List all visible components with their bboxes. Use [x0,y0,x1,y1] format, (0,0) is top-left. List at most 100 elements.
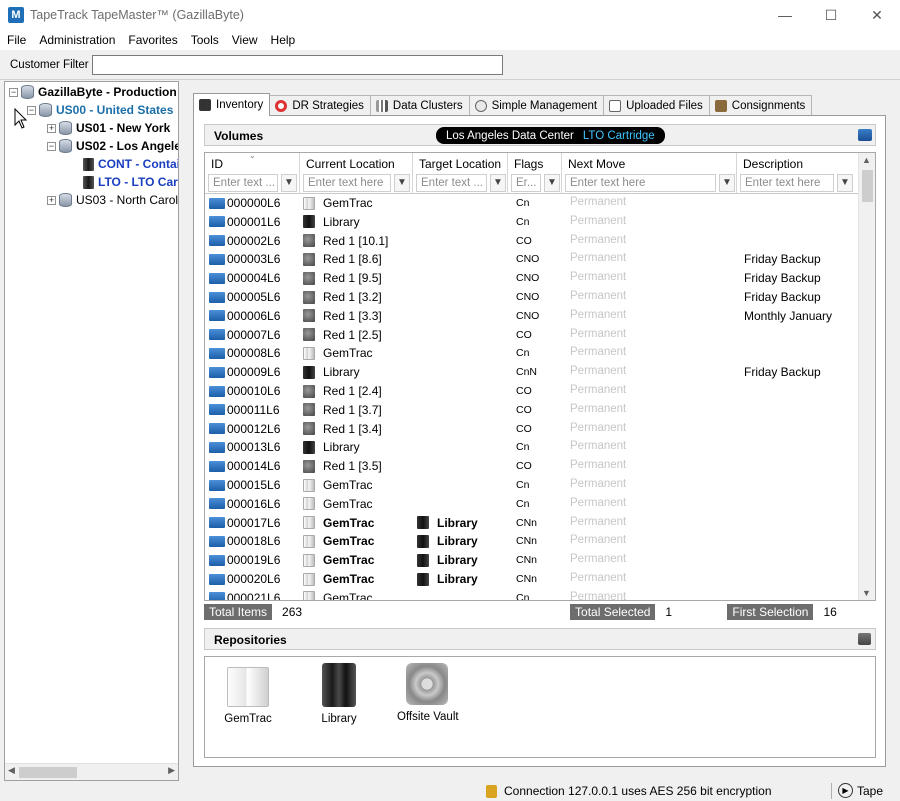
cell-current-location: GemTrac [303,346,413,360]
filter-funnel-icon[interactable]: ▼ [719,174,735,192]
library-icon [303,215,315,229]
tab-dr-strategies[interactable]: DR Strategies [269,95,371,116]
column-description[interactable]: Description Enter text here ▼ [737,153,858,194]
column-label: Current Location [306,157,395,171]
table-row[interactable]: 000002L6 Red 1 [10.1] CO Permanent [205,232,858,251]
column-flags[interactable]: Flags Er... ▼ [508,153,562,194]
filter-funnel-icon[interactable]: ▼ [837,174,853,192]
tree-node-us00[interactable]: − US00 - United States [27,101,173,119]
table-row[interactable]: 000013L6 Library Cn Permanent [205,438,858,457]
scroll-thumb[interactable] [19,767,77,778]
volume-id: 000012L6 [227,421,281,436]
collapse-icon[interactable]: − [9,87,18,97]
table-row[interactable]: 000010L6 Red 1 [2.4] CO Permanent [205,382,858,401]
close-icon[interactable]: ✕ [854,0,900,30]
customer-filter-label: Customer Filter [10,58,89,71]
repository-offsite-vault[interactable]: Offsite Vault [397,663,459,723]
table-row[interactable]: 000016L6 GemTrac Cn Permanent [205,495,858,514]
lto-cartridge-icon [209,573,225,585]
lto-cartridge-icon [209,310,225,322]
expand-icon[interactable]: + [47,123,56,133]
table-row[interactable]: 000011L6 Red 1 [3.7] CO Permanent [205,401,858,420]
scroll-right-icon[interactable]: ▶ [168,765,175,776]
table-row[interactable]: 000006L6 Red 1 [3.3] CNO Permanent Monthly J… [205,307,858,326]
column-current-location[interactable]: Current Location Enter text here ▼ [300,153,413,194]
repository-gemtrac[interactable]: GemTrac [218,663,278,725]
menu-help[interactable]: Help [271,33,296,47]
column-target-location[interactable]: Target Location Enter text ... ▼ [413,153,508,194]
customer-filter-input[interactable] [92,54,503,75]
filter-funnel-icon[interactable]: ▼ [281,174,297,192]
minimize-icon[interactable]: — [762,0,808,30]
menu-tools[interactable]: Tools [191,33,219,47]
mode-label[interactable]: Tape [857,784,883,798]
column-next-move[interactable]: Next Move Enter text here ▼ [562,153,737,194]
tree-node-us02[interactable]: − US02 - Los Angeles [47,137,178,155]
menu-file[interactable]: File [7,33,26,47]
cell-next-move: Permanent [570,327,627,340]
repository-library[interactable]: Library [309,663,369,725]
cell-flags: CNO [516,291,540,303]
table-row[interactable]: 000001L6 Library Cn Permanent [205,213,858,232]
tab-simple-management[interactable]: Simple Management [468,95,605,116]
tree-node-gazillabyte[interactable]: − GazillaByte - Production [9,83,177,101]
table-row[interactable]: 000004L6 Red 1 [9.5] CNO Permanent Friday Ba… [205,269,858,288]
scroll-left-icon[interactable]: ◀ [8,765,15,776]
scroll-thumb[interactable] [862,170,873,202]
collapse-icon[interactable]: − [27,105,36,115]
scroll-up-icon[interactable]: ▲ [862,155,871,165]
tab-data-clusters[interactable]: Data Clusters [369,95,470,116]
tree-node-lto[interactable]: LTO - LTO Cartridge [83,173,178,191]
table-row[interactable]: 000020L6 GemTrac Library CNn Permanent [205,570,858,589]
tree-node-us01[interactable]: + US01 - New York [47,119,170,137]
tree-node-us03[interactable]: + US03 - North Carolina [47,191,178,209]
cell-current-location: GemTrac [303,534,413,548]
filter-funnel-icon[interactable]: ▼ [394,174,410,192]
filter-flags-input[interactable]: Er... [511,174,541,192]
collapse-icon[interactable]: − [47,141,56,151]
filter-next-move-input[interactable]: Enter text here [565,174,716,192]
cell-flags: CO [516,403,532,416]
filter-target-location-input[interactable]: Enter text ... [416,174,487,192]
column-id[interactable]: ⌄ ID Enter text ... ▼ [205,153,300,194]
table-row[interactable]: 000012L6 Red 1 [3.4] CO Permanent [205,420,858,439]
table-row[interactable]: 000017L6 GemTrac Library CNn Permanent [205,514,858,533]
menu-administration[interactable]: Administration [39,33,115,47]
tab-inventory[interactable]: Inventory [193,93,271,116]
filter-funnel-icon[interactable]: ▼ [544,174,560,192]
tree-horizontal-scrollbar[interactable]: ◀ ▶ [5,763,178,780]
menu-favorites[interactable]: Favorites [128,33,177,47]
lto-cartridge-icon [209,517,225,529]
filter-current-location-input[interactable]: Enter text here [303,174,391,192]
table-row[interactable]: 000003L6 Red 1 [8.6] CNO Permanent Friday Ba… [205,250,858,269]
repository-options-icon[interactable] [858,633,871,645]
table-row[interactable]: 000008L6 GemTrac Cn Permanent [205,344,858,363]
gemtrac-icon [303,196,315,210]
table-row[interactable]: 000009L6 Library CnN Permanent Friday Backup [205,363,858,382]
play-icon[interactable]: ▶ [838,783,853,798]
table-row[interactable]: 000019L6 GemTrac Library CNn Permanent [205,551,858,570]
expand-icon[interactable]: + [47,195,56,205]
filter-id-input[interactable]: Enter text ... [208,174,278,192]
table-row[interactable]: 000018L6 GemTrac Library CNn Permanent [205,532,858,551]
table-row[interactable]: 000021L6 GemTrac Cn Permanent [205,589,858,600]
tree-node-cont[interactable]: CONT - Container [83,155,178,173]
table-row[interactable]: 000007L6 Red 1 [2.5] CO Permanent [205,326,858,345]
filter-funnel-icon[interactable]: ▼ [490,174,506,192]
volume-options-icon[interactable] [858,129,872,141]
table-row[interactable]: 000014L6 Red 1 [3.5] CO Permanent [205,457,858,476]
tab-consignments[interactable]: Consignments [708,95,813,116]
table-row[interactable]: 000015L6 GemTrac Cn Permanent [205,476,858,495]
filter-description-input[interactable]: Enter text here [740,174,834,192]
title-bar: M TapeTrack TapeMaster™ (GazillaByte) — … [0,0,900,30]
tab-uploaded-files[interactable]: Uploaded Files [603,95,710,116]
volumes-title: Volumes [214,129,264,143]
menu-view[interactable]: View [232,33,258,47]
grid-vertical-scrollbar[interactable]: ▲ ▼ [858,153,875,600]
table-row[interactable]: 000000L6 GemTrac Cn Permanent [205,194,858,213]
scroll-down-icon[interactable]: ▼ [862,588,871,598]
cell-current-location: Red 1 [10.1] [303,234,413,248]
table-row[interactable]: 000005L6 Red 1 [3.2] CNO Permanent Friday Ba… [205,288,858,307]
maximize-icon[interactable]: ☐ [808,0,854,30]
cell-next-move: Permanent [570,365,627,378]
